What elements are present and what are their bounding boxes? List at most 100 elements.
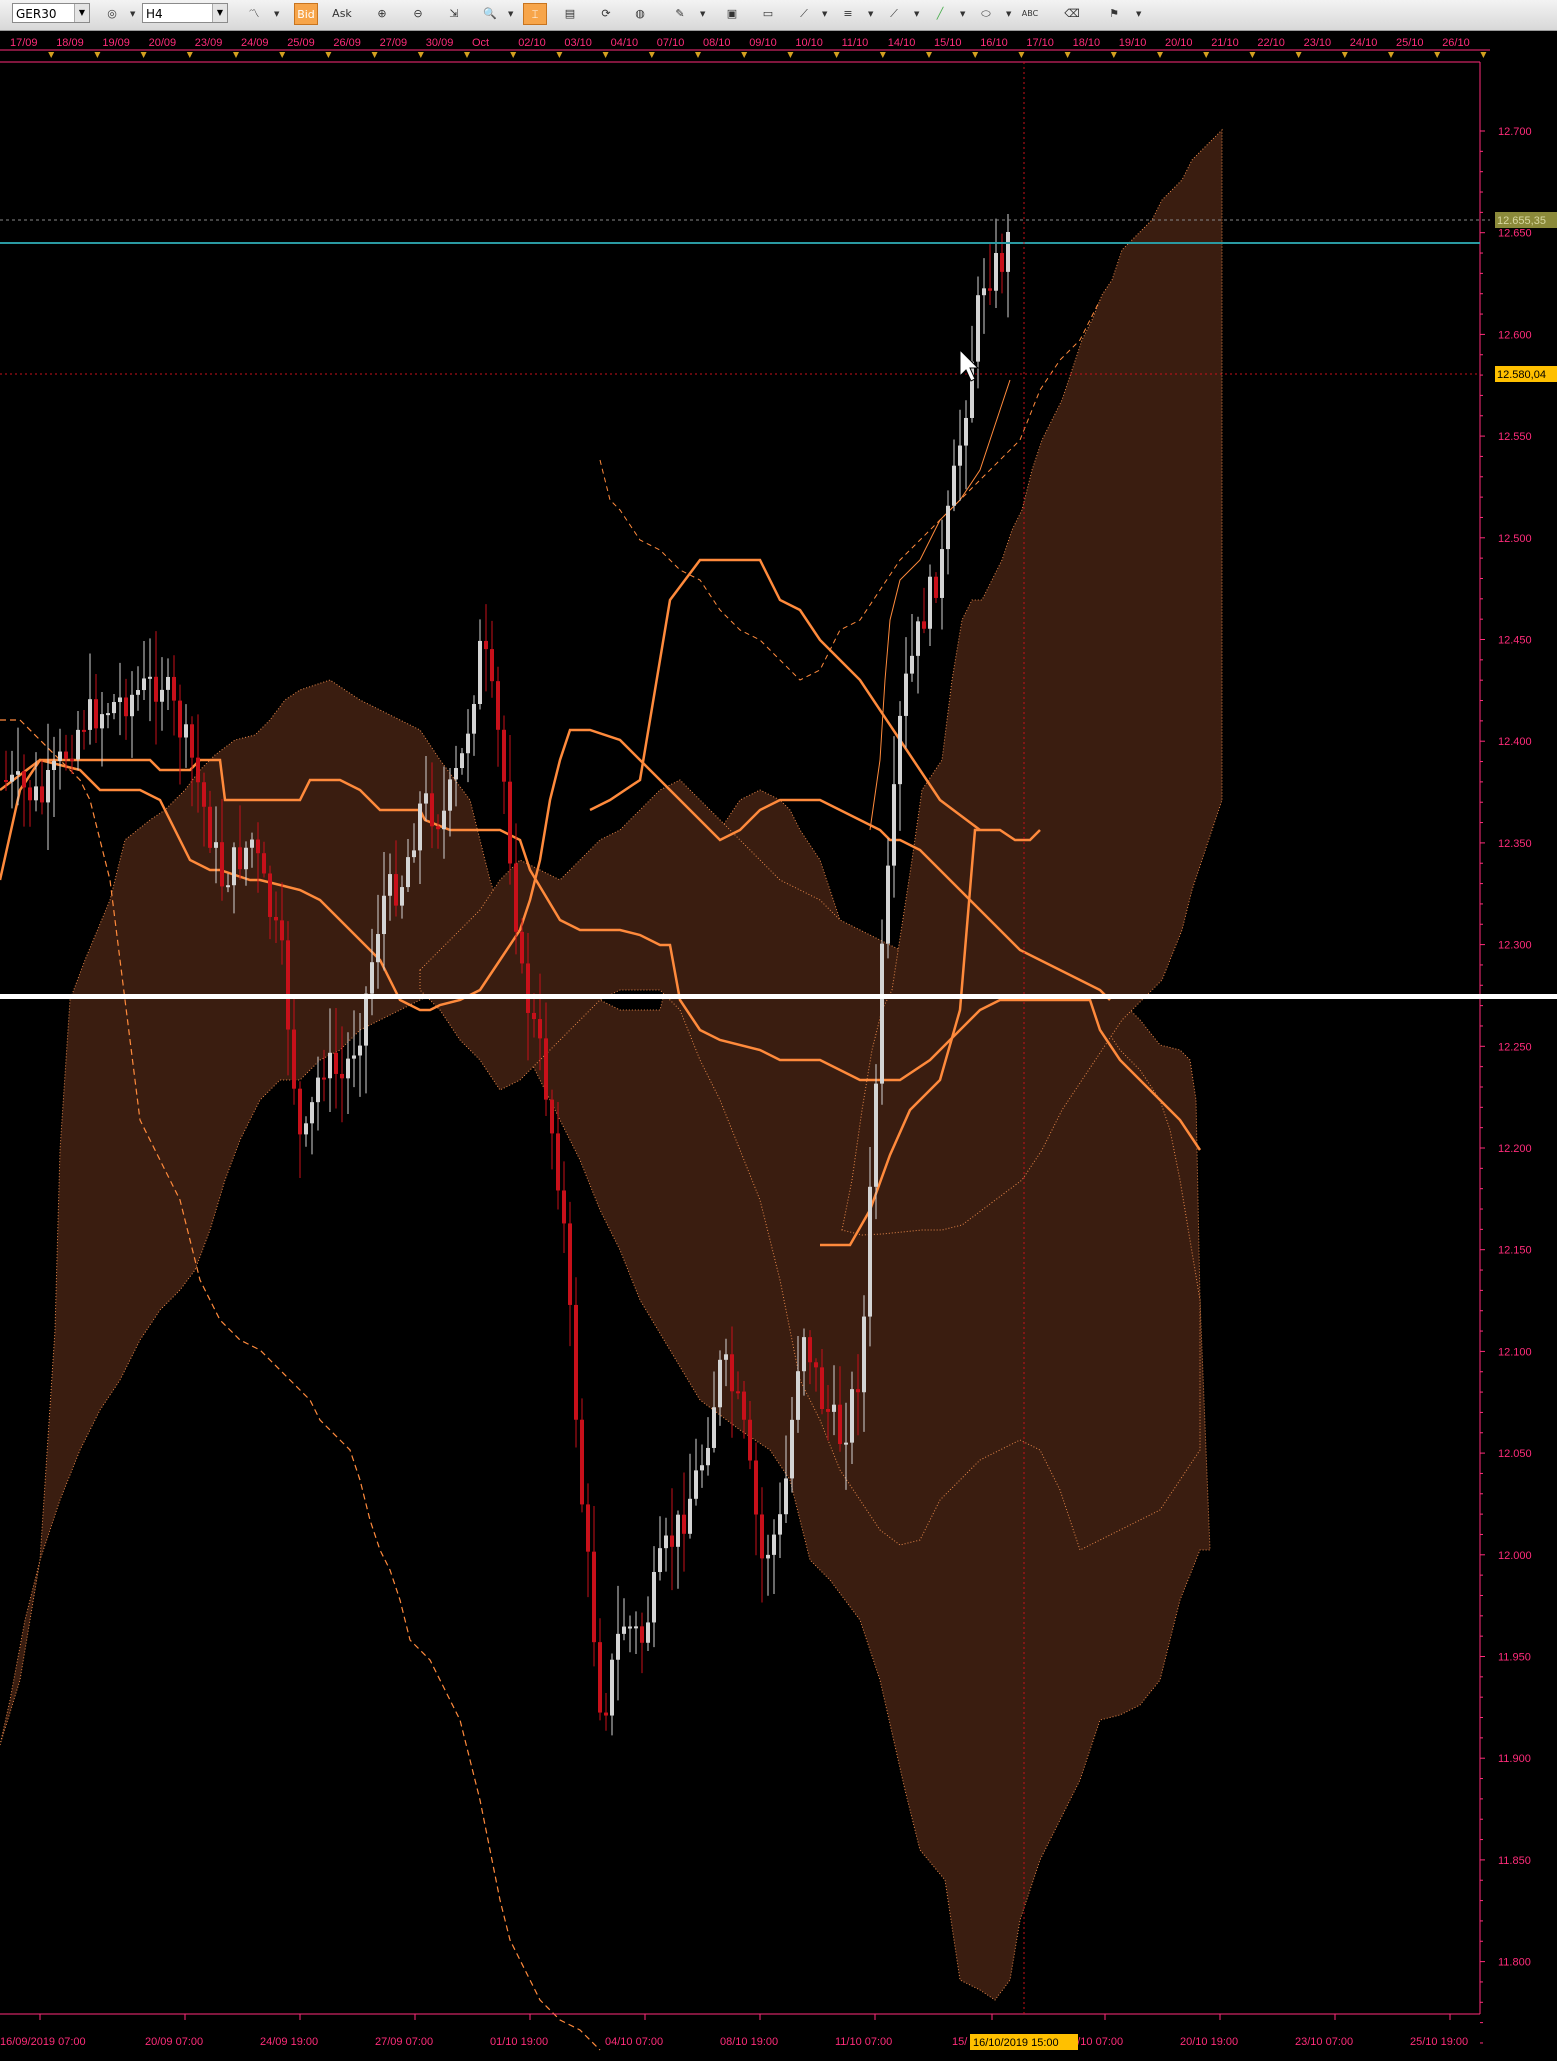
line-icon[interactable]: ╱ — [928, 3, 952, 25]
candle-bull — [370, 962, 374, 994]
chevron-down-icon[interactable]: ▼ — [212, 4, 227, 22]
timeframe-select[interactable]: H4 ▼ — [142, 3, 228, 23]
candle-bull — [244, 847, 248, 870]
chevron-down-icon[interactable]: ▼ — [130, 10, 135, 18]
chevron-down-icon[interactable]: ▼ — [1006, 10, 1011, 18]
candle-bear — [562, 1190, 566, 1224]
chevron-down-icon[interactable]: ▼ — [822, 10, 827, 18]
candle-bear — [490, 649, 494, 682]
candle-bear — [826, 1408, 830, 1412]
price-tick-label: 12.700 — [1498, 126, 1532, 138]
bottom-date-label: 20/09 07:00 — [145, 2036, 203, 2048]
symbol-select[interactable]: GER30 ▼ — [12, 3, 90, 23]
chevron-down-icon[interactable]: ▼ — [868, 10, 873, 18]
list-icon[interactable]: ≡ — [836, 3, 860, 25]
zoom-in-icon[interactable]: ⊕ — [370, 3, 394, 25]
window-icon[interactable]: ▭ — [756, 3, 780, 25]
chevron-down-icon[interactable]: ▼ — [960, 10, 965, 18]
candle-bull — [910, 655, 914, 674]
line-study-icon[interactable]: ⟋ — [792, 3, 816, 25]
candle-bull — [940, 549, 944, 598]
candle-bear — [196, 757, 200, 783]
candle-bear — [262, 853, 266, 874]
price-chart[interactable]: 17/09 18/09 19/09 20/09 23/09 24/09 25/09 26/09… — [0, 32, 1557, 2061]
candle-bull — [658, 1548, 662, 1573]
image-icon[interactable]: ▣ — [720, 3, 744, 25]
trend-icon[interactable]: ⟋ — [882, 3, 906, 25]
chevron-down-icon[interactable]: ▼ — [74, 4, 89, 22]
candle-bear — [502, 729, 506, 782]
text-tool-label: ABC — [1021, 9, 1039, 18]
candle-bear — [154, 676, 158, 702]
candle-bull — [148, 676, 152, 679]
candle-bull — [958, 445, 962, 466]
price-tick-label: 12.400 — [1498, 736, 1532, 748]
candle-bear — [682, 1514, 686, 1534]
candle-bull — [700, 1465, 704, 1471]
candle-bull — [460, 753, 464, 769]
bottom-date-label: 04/10 07:00 — [605, 2036, 663, 2048]
ellipse-icon[interactable]: ⬭ — [974, 3, 998, 25]
candle-bull — [796, 1371, 800, 1420]
candle-bear — [808, 1337, 812, 1363]
crosshair-date-label: 16/10/2019 15:00 — [973, 2037, 1059, 2049]
candle-bull — [832, 1404, 836, 1412]
price-tick-label: 12.650 — [1498, 228, 1532, 240]
period-separator-icon[interactable]: ⌶ — [523, 3, 547, 25]
timeframe-value: H4 — [146, 7, 163, 21]
text-icon[interactable]: ABC — [1018, 3, 1042, 25]
pencil-icon[interactable]: ✎ — [668, 3, 692, 25]
objects-icon[interactable]: ⚑ — [1102, 3, 1126, 25]
chevron-down-icon[interactable]: ▼ — [1136, 10, 1141, 18]
candle-bull — [646, 1622, 650, 1643]
top-date-label: 25/10 — [1396, 37, 1424, 49]
candle-bull — [946, 505, 950, 550]
candle-bear — [598, 1642, 602, 1713]
refresh-icon[interactable]: ⟳ — [594, 3, 618, 25]
candle-bear — [748, 1419, 752, 1461]
bid-button[interactable]: Bid — [294, 3, 318, 25]
candle-bear — [64, 751, 68, 759]
candle-bull — [916, 621, 920, 656]
chevron-down-icon[interactable]: ▼ — [914, 10, 919, 18]
eraser-icon[interactable]: ⌫ — [1060, 3, 1084, 25]
candle-bull — [232, 847, 236, 886]
candle-bull — [976, 295, 980, 362]
price-tick-label: 12.200 — [1498, 1143, 1532, 1155]
globe-icon[interactable]: ◍ — [628, 3, 652, 25]
zoom-icon[interactable]: 🔍 — [478, 3, 502, 25]
candle-bear — [202, 782, 206, 807]
chevron-down-icon[interactable]: ▼ — [700, 10, 705, 18]
template-icon[interactable]: ▤ — [558, 3, 582, 25]
bottom-date-label: 15/ — [952, 2036, 968, 2048]
candle-bear — [70, 758, 74, 761]
top-date-label: 25/09 — [287, 37, 315, 49]
candle-bull — [58, 751, 62, 761]
top-date-label: 26/09 — [333, 37, 361, 49]
zoom-out-icon[interactable]: ⊖ — [406, 3, 430, 25]
autoscroll-icon[interactable]: ⇲ — [442, 3, 466, 25]
candle-bull — [352, 1055, 356, 1059]
chart-type-icon[interactable]: ◎ — [100, 3, 124, 25]
candle-bull — [706, 1447, 710, 1466]
candle-bull — [802, 1337, 806, 1372]
candle-bull — [388, 874, 392, 896]
candle-bear — [208, 806, 212, 848]
candle-bull — [34, 786, 38, 801]
candle-bear — [574, 1304, 578, 1420]
candle-bull — [166, 676, 170, 690]
chevron-down-icon[interactable]: ▼ — [508, 10, 513, 18]
candle-bear — [580, 1419, 584, 1505]
candle-bull — [664, 1535, 668, 1549]
candle-bull — [982, 288, 986, 296]
candle-bull — [142, 678, 146, 691]
candle-bull — [46, 770, 50, 803]
bottom-date-label: 23/10 07:00 — [1295, 2036, 1353, 2048]
candle-bear — [178, 700, 182, 738]
ask-button[interactable]: Ask — [330, 3, 354, 25]
graph-icon[interactable]: 〽 — [242, 3, 266, 25]
top-date-label: 16/10 — [980, 37, 1008, 49]
candle-bear — [22, 771, 26, 788]
chevron-down-icon[interactable]: ▼ — [274, 10, 279, 18]
price-tick-label: 12.500 — [1498, 533, 1532, 545]
